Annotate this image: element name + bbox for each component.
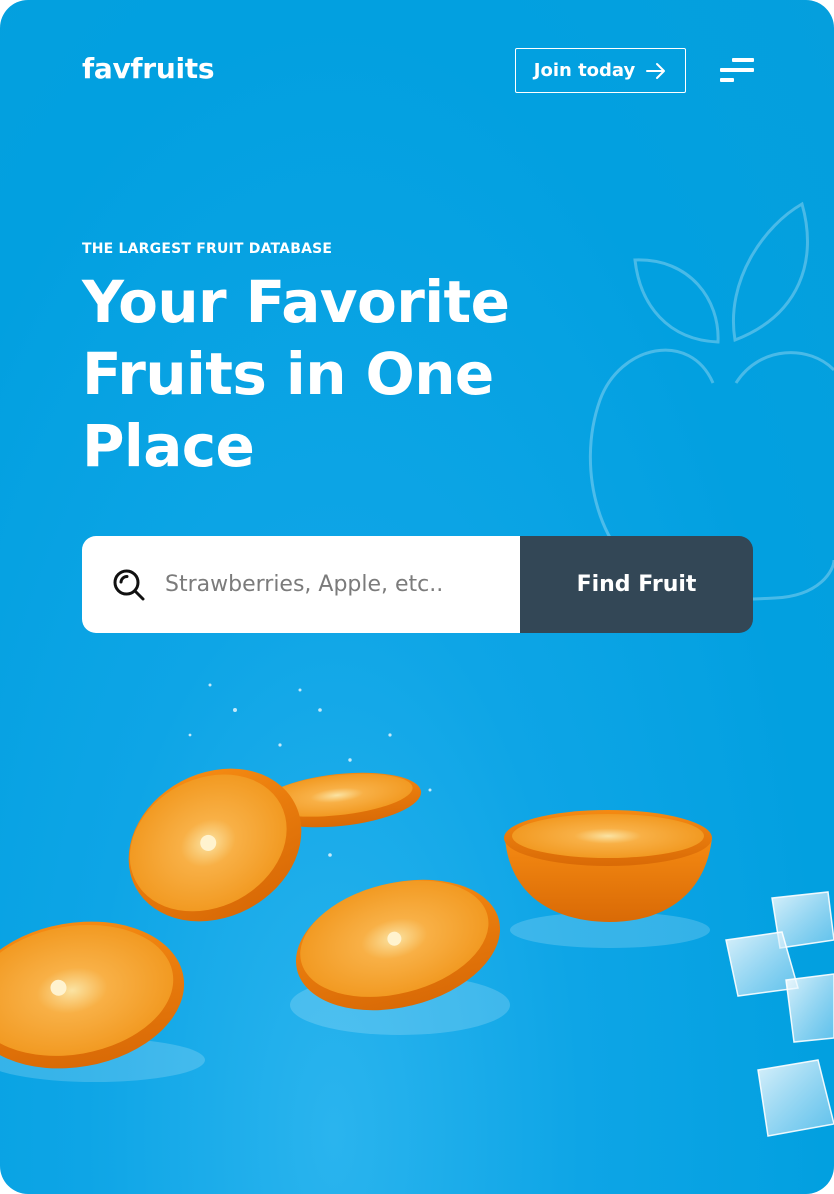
search-icon [113,569,145,600]
hero-title-line: Your Favorite [82,268,510,336]
top-navigation: favfruits Join today [82,48,754,93]
search-field[interactable] [82,536,520,633]
landing-page: favfruits Join today THE LARGEST FRUIT D… [0,0,834,1194]
search-bar: Find Fruit [82,536,753,633]
join-today-button[interactable]: Join today [515,48,686,93]
site-logo[interactable]: favfruits [82,52,215,85]
find-fruit-button[interactable]: Find Fruit [520,536,753,633]
hero-eyebrow: THE LARGEST FRUIT DATABASE [82,241,333,257]
search-input[interactable] [165,564,495,605]
hero-title-line: Place [82,412,255,480]
menu-icon[interactable] [720,58,754,84]
hero-title: Your Favorite Fruits in One Place [82,266,552,482]
hero-title-line: Fruits in One [82,340,494,408]
oranges-photo [0,683,834,1137]
join-today-label: Join today [533,60,636,81]
arrow-right-icon [646,62,666,79]
